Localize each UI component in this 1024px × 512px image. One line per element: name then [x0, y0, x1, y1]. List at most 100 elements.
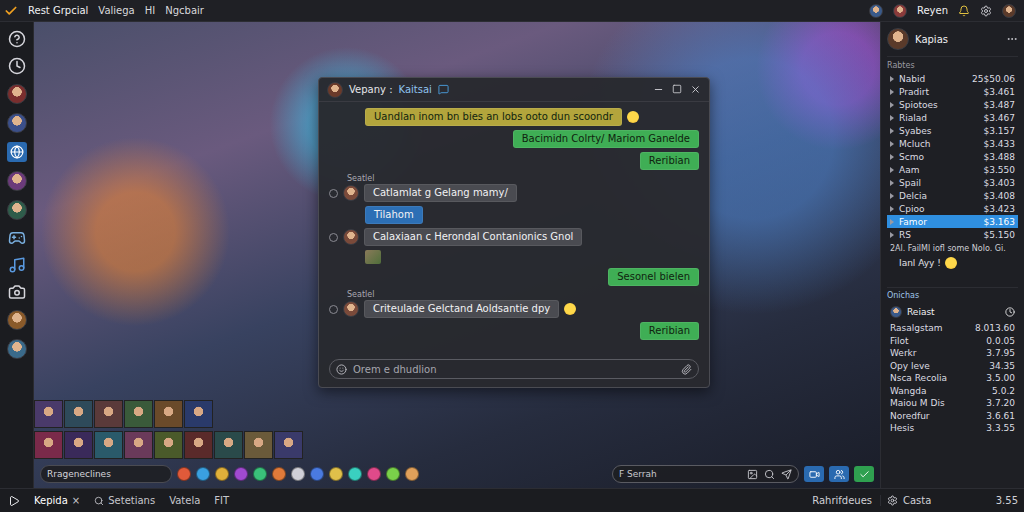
participant-tile[interactable]: [94, 431, 123, 459]
participant-tile[interactable]: [124, 431, 153, 459]
value-row[interactable]: Filot0.0.05: [887, 335, 1018, 348]
participant-tile[interactable]: [64, 400, 93, 428]
list-item[interactable]: Scmo$3.488: [887, 150, 1018, 163]
participant-tile[interactable]: [184, 431, 213, 459]
close-icon[interactable]: [690, 84, 701, 95]
expand-icon[interactable]: [890, 206, 894, 212]
expand-icon[interactable]: [890, 89, 894, 95]
image-thumbnail[interactable]: [365, 250, 381, 264]
sender-avatar[interactable]: [343, 229, 359, 245]
list-item[interactable]: Spiotoes$3.487: [887, 98, 1018, 111]
sticker-icon[interactable]: [291, 467, 305, 481]
sender-avatar[interactable]: [343, 185, 359, 201]
minimize-icon[interactable]: [653, 84, 664, 95]
camera-icon[interactable]: [8, 283, 26, 301]
rail-avatar[interactable]: [7, 113, 27, 133]
participant-tile[interactable]: [214, 431, 243, 459]
select-radio[interactable]: [329, 305, 338, 314]
list-item[interactable]: Spail$3.403: [887, 176, 1018, 189]
bottom-tab[interactable]: Vatela: [169, 495, 200, 506]
image-icon[interactable]: [747, 469, 758, 480]
bottom-tab[interactable]: Kepida×: [34, 495, 80, 506]
expand-icon[interactable]: [890, 128, 894, 134]
list-item[interactable]: Rialad$3.467: [887, 111, 1018, 124]
emoji-icon[interactable]: [564, 303, 576, 315]
send-icon[interactable]: [781, 469, 792, 480]
expand-icon[interactable]: [890, 180, 894, 186]
participant-tile[interactable]: [34, 431, 63, 459]
select-radio[interactable]: [329, 189, 338, 198]
clock-icon[interactable]: [8, 57, 26, 75]
value-row[interactable]: Nsca Recolia3.5.00: [887, 372, 1018, 385]
value-row[interactable]: Opy leve34.35: [887, 360, 1018, 373]
sticker-icon[interactable]: [386, 467, 400, 481]
smile-icon[interactable]: [336, 364, 347, 375]
play-icon[interactable]: [8, 495, 20, 507]
menu-item[interactable]: Valiega: [98, 5, 134, 16]
sticker-icon[interactable]: [177, 467, 191, 481]
more-icon[interactable]: [1006, 33, 1018, 45]
list-item[interactable]: Syabes$3.157: [887, 124, 1018, 137]
music-icon[interactable]: [8, 256, 26, 274]
participant-tile[interactable]: [184, 400, 213, 428]
expand-icon[interactable]: [890, 154, 894, 160]
bottom-tab[interactable]: Setetians: [94, 495, 155, 506]
users-button[interactable]: [829, 466, 849, 482]
select-radio[interactable]: [329, 233, 338, 242]
list-item[interactable]: Pradirt$3.461: [887, 85, 1018, 98]
rail-avatar[interactable]: [7, 84, 27, 104]
list-item[interactable]: Nabid25$50.06: [887, 72, 1018, 85]
value-row[interactable]: Noredfur3.6.61: [887, 410, 1018, 423]
participant-tile[interactable]: [274, 431, 303, 459]
list-item[interactable]: Delcia$3.408: [887, 189, 1018, 202]
participant-tile[interactable]: [124, 400, 153, 428]
participant-tile[interactable]: [64, 431, 93, 459]
value-row[interactable]: Maiou M Dis3.7.20: [887, 397, 1018, 410]
expand-icon[interactable]: [890, 219, 894, 225]
sticker-icon[interactable]: [253, 467, 267, 481]
participant-tile[interactable]: [94, 400, 123, 428]
participant-tile[interactable]: [34, 400, 63, 428]
participant-tile[interactable]: [244, 431, 273, 459]
contact-row[interactable]: Reiast: [887, 303, 1018, 322]
attach-icon[interactable]: [681, 364, 692, 375]
rail-avatar[interactable]: [7, 310, 27, 330]
emoji-icon[interactable]: [945, 257, 957, 269]
expand-icon[interactable]: [890, 193, 894, 199]
list-item[interactable]: Famor$3.163: [887, 215, 1018, 228]
chat-avatar[interactable]: [327, 82, 343, 98]
video-button[interactable]: [804, 466, 824, 482]
sticker-icon[interactable]: [234, 467, 248, 481]
expand-icon[interactable]: [890, 115, 894, 121]
rail-avatar[interactable]: [7, 171, 27, 191]
panel-avatar[interactable]: [887, 28, 909, 50]
value-row[interactable]: Wangda5.0.2: [887, 385, 1018, 398]
search-field[interactable]: F Serrah: [612, 465, 799, 483]
list-item[interactable]: Cpioo$3.423: [887, 202, 1018, 215]
menu-item[interactable]: HI: [145, 5, 155, 16]
sticker-icon[interactable]: [310, 467, 324, 481]
expand-icon[interactable]: [890, 141, 894, 147]
value-row[interactable]: Werkr3.7.95: [887, 347, 1018, 360]
value-row[interactable]: Hesis3.3.55: [887, 422, 1018, 435]
sticker-icon[interactable]: [329, 467, 343, 481]
expand-icon[interactable]: [890, 76, 894, 82]
sticker-icon[interactable]: [348, 467, 362, 481]
value-row[interactable]: Rasalgstam8.013.60: [887, 322, 1018, 335]
confirm-button[interactable]: [854, 466, 874, 482]
rail-avatar[interactable]: [7, 339, 27, 359]
sticker-icon[interactable]: [272, 467, 286, 481]
list-item[interactable]: Mcluch$3.433: [887, 137, 1018, 150]
message-input[interactable]: Orem e dhudlion: [329, 359, 699, 379]
bell-icon[interactable]: [958, 5, 970, 17]
list-item[interactable]: Aam$3.550: [887, 163, 1018, 176]
sticker-icon[interactable]: [405, 467, 419, 481]
search-icon[interactable]: [764, 469, 775, 480]
expand-icon[interactable]: [890, 167, 894, 173]
gamepad-icon[interactable]: [8, 229, 26, 247]
rail-app[interactable]: [7, 142, 27, 162]
sticker-icon[interactable]: [215, 467, 229, 481]
participant-tile[interactable]: [154, 431, 183, 459]
emoji-icon[interactable]: [627, 111, 639, 123]
participant-tile[interactable]: [154, 400, 183, 428]
